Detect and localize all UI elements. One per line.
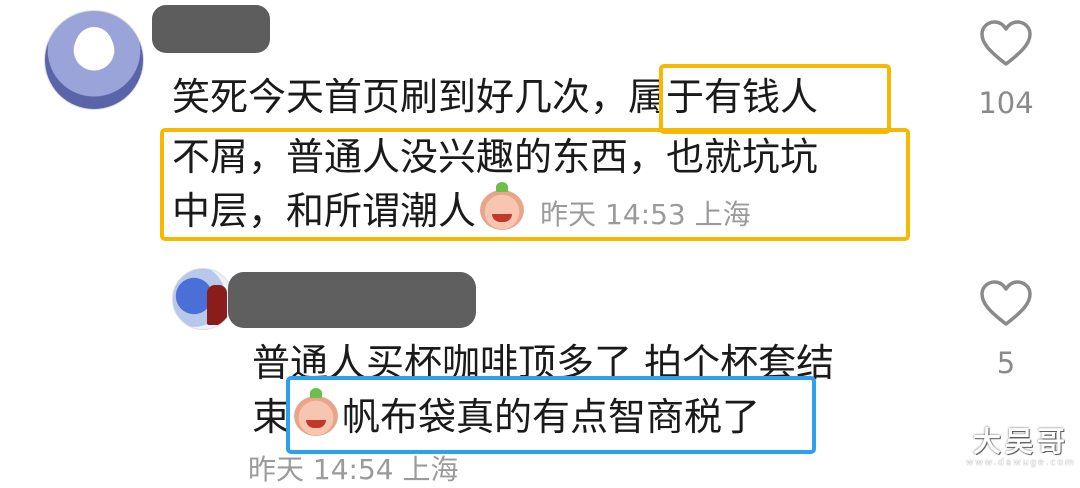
avatar-person-figure: [207, 285, 227, 325]
avatar-cat-figure: [75, 27, 113, 67]
comment-like-count: 104: [978, 86, 1034, 120]
reply-timestamp-location: 昨天 14:54 上海: [248, 453, 459, 486]
highlight-box-yellow-2: [160, 128, 910, 241]
highlight-box-yellow-1: [659, 64, 891, 134]
watermark-url-text: www.dawuge.com: [966, 458, 1076, 468]
comment-like-button[interactable]: 104: [962, 20, 1050, 120]
highlight-box-blue: [286, 376, 816, 454]
heart-outline-icon: [980, 20, 1032, 66]
reply-like-button[interactable]: 5: [962, 280, 1050, 380]
commenter-avatar[interactable]: [44, 10, 144, 110]
watermark: 大吴哥 www.dawuge.com: [966, 420, 1076, 468]
watermark-main-text: 大吴哥: [972, 425, 1069, 458]
replier-avatar[interactable]: [172, 268, 234, 330]
heart-outline-icon: [980, 280, 1032, 326]
commenter-username-redacted[interactable]: [152, 5, 270, 53]
reply-like-count: 5: [996, 346, 1016, 380]
replier-username-redacted[interactable]: [228, 272, 476, 328]
reply-line-2-prefix: 束: [252, 395, 291, 439]
